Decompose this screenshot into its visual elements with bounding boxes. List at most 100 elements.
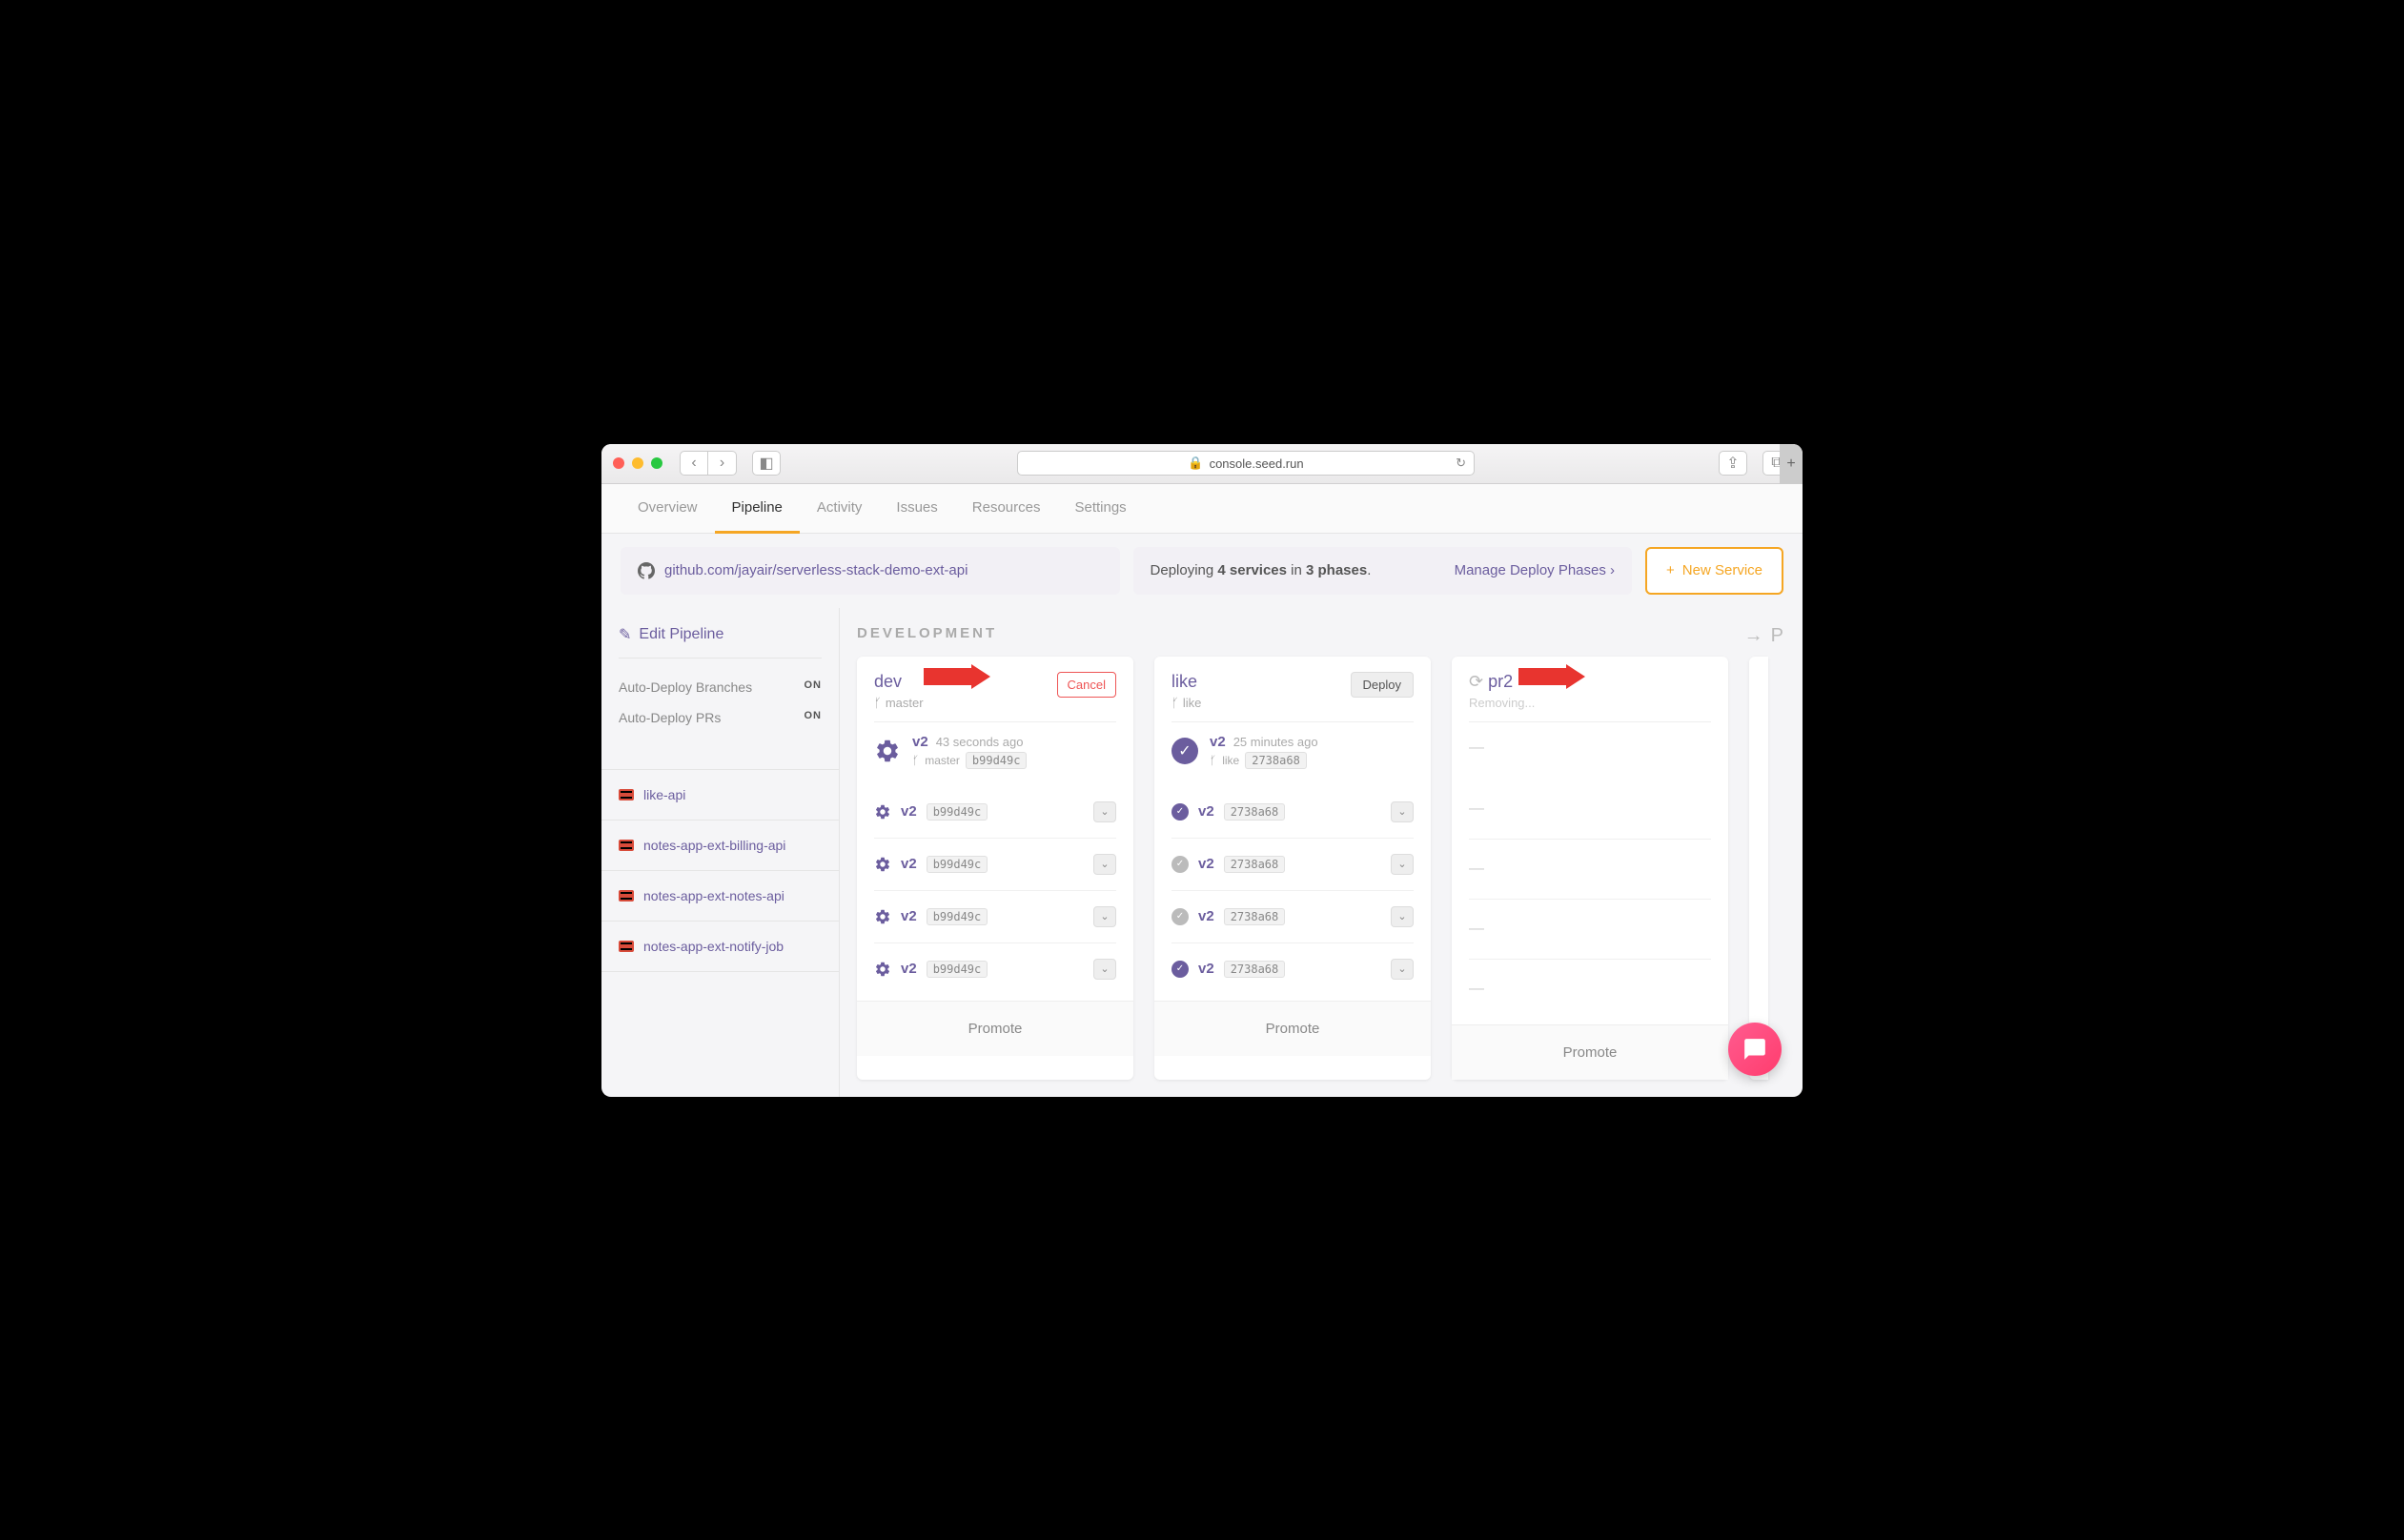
build-version: v2 [901, 908, 917, 924]
environment-name[interactable]: dev [874, 672, 924, 692]
build-version: v2 [1198, 803, 1214, 820]
check-icon: ✓ [1171, 803, 1189, 821]
toolbar: github.com/jayair/serverless-stack-demo-… [601, 534, 1803, 608]
commit-hash: 2738a68 [1245, 752, 1307, 769]
commit-hash: 2738a68 [1224, 908, 1286, 925]
url-bar[interactable]: 🔒 console.seed.run ↻ [1017, 451, 1475, 476]
promote-button[interactable]: Promote [1452, 1024, 1728, 1080]
service-rows: ✓ v2 2738a68 ⌄ ✓ v2 2738a68 ⌄ ✓ v2 2738a… [1154, 780, 1431, 1001]
tab-settings[interactable]: Settings [1057, 484, 1143, 533]
service-row: — [1469, 900, 1711, 960]
commit-hash: b99d49c [927, 961, 988, 978]
chat-button[interactable] [1728, 1023, 1782, 1076]
check-icon: ✓ [1171, 738, 1198, 764]
commit-hash: b99d49c [927, 856, 988, 873]
tab-activity[interactable]: Activity [800, 484, 880, 533]
service-row[interactable]: v2 b99d49c ⌄ [874, 891, 1116, 943]
card-header: like ᚶ like Deploy [1154, 657, 1431, 721]
build-summary[interactable]: v243 seconds ago ᚶ master b99d49c [857, 722, 1133, 780]
commit-hash: 2738a68 [1224, 961, 1286, 978]
branch-label: ᚶ like [1171, 696, 1201, 710]
commit-hash: b99d49c [927, 803, 988, 821]
repo-link[interactable]: github.com/jayair/serverless-stack-demo-… [621, 547, 1120, 595]
service-row[interactable]: v2 b99d49c ⌄ [874, 786, 1116, 839]
tab-resources[interactable]: Resources [955, 484, 1058, 533]
service-row[interactable]: ✓ v2 2738a68 ⌄ [1171, 786, 1414, 839]
minimize-window-icon[interactable] [632, 457, 643, 469]
service-row[interactable]: ✓ v2 2738a68 ⌄ [1171, 943, 1414, 995]
arrow-annotation [924, 664, 990, 689]
sidebar-setting: Auto-Deploy PRsON [619, 702, 822, 733]
service-row: — [1469, 960, 1711, 1019]
removing-label: Removing... [1469, 696, 1535, 710]
browser-chrome: ‹ › ◧ 🔒 console.seed.run ↻ ⇪ ⧉ + [601, 444, 1803, 484]
service-row[interactable]: ✓ v2 2738a68 ⌄ [1171, 839, 1414, 891]
build-version: v2 [901, 803, 917, 820]
service-row: — [1469, 840, 1711, 900]
service-icon [619, 840, 634, 851]
close-window-icon[interactable] [613, 457, 624, 469]
branch-label: ᚶ master [874, 696, 924, 710]
service-rows: v2 b99d49c ⌄ v2 b99d49c ⌄ v2 b99d49c ⌄ v… [857, 780, 1133, 1001]
build-version: v2 [912, 734, 928, 750]
branch-icon: ᚶ [912, 754, 919, 767]
manage-phases-link[interactable]: Manage Deploy Phases › [1455, 562, 1615, 578]
sidebar-service[interactable]: notes-app-ext-notify-job [601, 922, 839, 972]
environment-name[interactable]: like [1171, 672, 1201, 692]
edit-pipeline-link[interactable]: ✎ Edit Pipeline [619, 625, 822, 659]
chevron-down-icon[interactable]: ⌄ [1093, 854, 1116, 875]
sidebar-service[interactable]: like-api [601, 770, 839, 821]
refresh-icon[interactable]: ↻ [1456, 456, 1466, 471]
sidebar-toggle[interactable]: ◧ [752, 451, 781, 476]
github-icon [638, 562, 655, 579]
service-row[interactable]: v2 b99d49c ⌄ [874, 839, 1116, 891]
forward-button[interactable]: › [708, 451, 737, 476]
sidebar-service[interactable]: notes-app-ext-notes-api [601, 871, 839, 922]
build-time: 43 seconds ago [936, 735, 1024, 749]
chat-icon [1742, 1037, 1767, 1062]
build-version: v2 [901, 961, 917, 977]
back-button[interactable]: ‹ [680, 451, 708, 476]
promote-button[interactable]: Promote [857, 1001, 1133, 1056]
build-version: v2 [901, 856, 917, 872]
chevron-down-icon[interactable]: ⌄ [1093, 906, 1116, 927]
cancel-button[interactable]: Cancel [1057, 672, 1116, 698]
chevron-down-icon[interactable]: ⌄ [1391, 959, 1414, 980]
nav-buttons: ‹ › [680, 451, 737, 476]
gear-icon [874, 738, 901, 764]
chevron-down-icon[interactable]: ⌄ [1391, 906, 1414, 927]
check-icon: ✓ [1171, 856, 1189, 873]
share-button[interactable]: ⇪ [1719, 451, 1747, 476]
build-version: v2 [1198, 961, 1214, 977]
commit-hash: b99d49c [966, 752, 1028, 769]
chevron-down-icon[interactable]: ⌄ [1093, 801, 1116, 822]
url-text: console.seed.run [1210, 456, 1304, 471]
check-icon: ✓ [1171, 908, 1189, 925]
promote-button[interactable]: Promote [1154, 1001, 1431, 1056]
chevron-down-icon[interactable]: ⌄ [1093, 959, 1116, 980]
check-icon: ✓ [1171, 961, 1189, 978]
service-icon [619, 890, 634, 902]
sidebar-service[interactable]: notes-app-ext-billing-api [601, 821, 839, 871]
tab-overview[interactable]: Overview [621, 484, 715, 533]
new-tab-button[interactable]: + [1780, 444, 1803, 484]
environment-card-like: like ᚶ like Deploy ✓ v225 minutes ago ᚶ … [1154, 657, 1431, 1080]
service-row[interactable]: v2 b99d49c ⌄ [874, 943, 1116, 995]
tab-issues[interactable]: Issues [879, 484, 954, 533]
next-section-arrow[interactable]: → P [1744, 625, 1783, 647]
lock-icon: 🔒 [1188, 456, 1203, 471]
build-summary[interactable]: ✓ v225 minutes ago ᚶ like 2738a68 [1154, 722, 1431, 780]
deploy-button[interactable]: Deploy [1351, 672, 1414, 698]
branch-icon: ᚶ [1210, 754, 1216, 767]
chevron-down-icon[interactable]: ⌄ [1391, 801, 1414, 822]
deploy-status-box: Deploying 4 services in 3 phases. Manage… [1133, 547, 1633, 595]
new-service-button[interactable]: + New Service [1645, 547, 1783, 595]
maximize-window-icon[interactable] [651, 457, 662, 469]
build-version: v2 [1210, 734, 1226, 750]
gear-icon [874, 961, 891, 978]
chevron-down-icon[interactable]: ⌄ [1391, 854, 1414, 875]
section-title: DEVELOPMENT [857, 625, 1785, 641]
commit-hash: 2738a68 [1224, 856, 1286, 873]
service-row[interactable]: ✓ v2 2738a68 ⌄ [1171, 891, 1414, 943]
tab-pipeline[interactable]: Pipeline [715, 484, 800, 534]
